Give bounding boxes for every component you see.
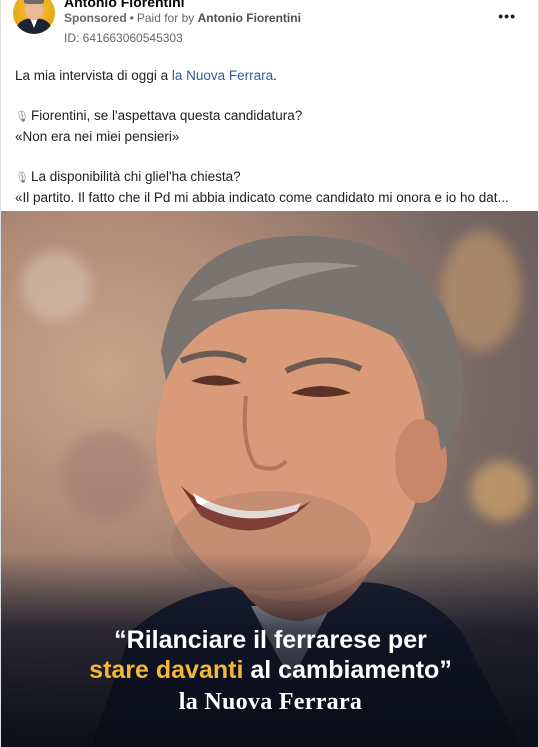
question-2: 🎙 La disponibilità chi gliel'ha chiesta? [15,169,241,184]
newspaper-link[interactable]: la Nuova Ferrara [172,68,273,83]
image-quote: “Rilanciare il ferrarese per stare davan… [89,626,452,684]
paid-for-prefix: Paid for by [136,11,195,25]
microphone-icon: 🎙 [15,111,29,123]
avatar[interactable] [13,0,55,34]
ad-card: Antonio Fiorentini Sponsored • Paid for by… [0,0,539,747]
sponsored-label: Sponsored [64,11,127,25]
post-header: Antonio Fiorentini Sponsored • Paid for by… [1,0,538,50]
ad-image[interactable]: “Rilanciare il ferrarese per stare davan… [1,211,538,747]
intro-line: La mia intervista di oggi a la Nuova Fer… [15,68,277,83]
microphone-icon: 🎙 [15,172,29,184]
answer-2[interactable]: «Il partito. Il fatto che il Pd mi abbia… [15,188,530,208]
more-options-icon[interactable]: ••• [498,8,516,24]
newspaper-logo: la Nuova Ferrara [178,689,363,715]
sponsored-line: Sponsored • Paid for by Antonio Fiorentini [64,11,301,25]
paid-for-name: Antonio Fiorentini [197,11,301,25]
ad-id: ID: 641663060545303 [64,31,183,45]
post-text: La mia intervista di oggi a la Nuova Fer… [15,66,530,208]
page-name[interactable]: Antonio Fiorentini [64,0,185,10]
answer-1: «Non era nei miei pensieri» [15,129,180,144]
question-1: 🎙 Fiorentini, se l'aspettava questa candi… [15,108,303,123]
